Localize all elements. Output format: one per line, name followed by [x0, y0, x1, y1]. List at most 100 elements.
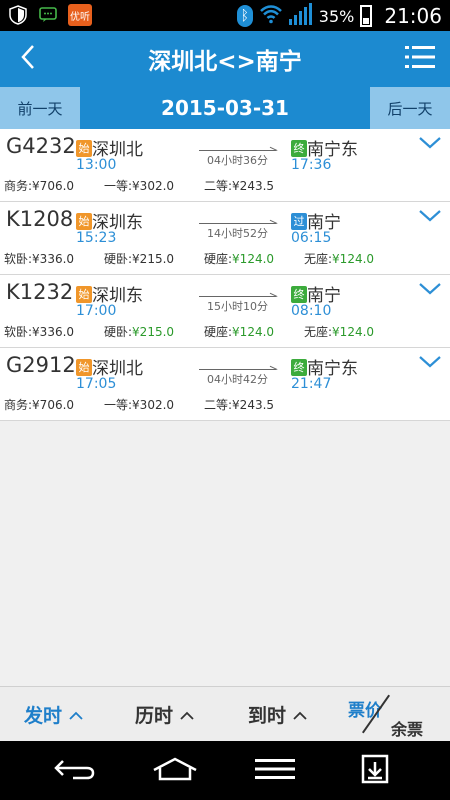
seat-price-value: ¥215.0	[132, 252, 175, 266]
train-row[interactable]: G4232 始深圳北 13:00 04小时36分 终南宁东 17:36 商务:¥706.0 一…	[0, 129, 450, 202]
home-icon	[151, 757, 199, 785]
nav-back-button[interactable]	[30, 741, 120, 800]
duration: 15小时10分	[199, 291, 276, 314]
seat-price-value: ¥124.0	[232, 252, 275, 266]
duration-text: 15小时10分	[207, 300, 268, 313]
seat-type-label: 一等:	[104, 398, 133, 412]
arrow-right-icon	[199, 145, 276, 151]
train-row[interactable]: K1208 始深圳东 15:23 14小时52分 过南宁 06:15 软卧:¥336.0 硬卧…	[0, 202, 450, 275]
arrival: 过南宁 06:15	[291, 208, 341, 246]
terminal-badge: 终	[291, 359, 307, 376]
arrival-time: 17:36	[291, 157, 332, 173]
seat-type-label: 商务:	[4, 179, 33, 193]
hamburger-icon	[255, 758, 295, 784]
expand-button[interactable]	[418, 354, 442, 374]
sort-depart-button[interactable]: 发时	[24, 687, 84, 742]
seat-type-label: 二等:	[204, 179, 233, 193]
seat-price-value: ¥243.5	[232, 179, 275, 193]
date-bar: 前一天 2015-03-31 后一天	[0, 87, 450, 129]
seat-price: 无座:¥124.0	[304, 323, 374, 340]
page-title: 深圳北<>南宁	[148, 49, 302, 75]
nav-download-button[interactable]	[330, 741, 420, 800]
wifi-icon	[259, 4, 283, 28]
arrival-time: 06:15	[291, 230, 332, 246]
arrow-right-icon	[199, 218, 276, 224]
seat-price-value: ¥706.0	[32, 179, 75, 193]
sort-price-label: 票价	[348, 701, 382, 721]
departure: 始深圳北 13:00	[76, 135, 143, 173]
seat-price: 软卧:¥336.0	[4, 250, 74, 267]
shield-icon	[8, 4, 28, 26]
duration-text: 04小时36分	[207, 154, 268, 167]
next-day-button[interactable]: 后一天	[370, 87, 450, 129]
seat-type-label: 无座:	[304, 325, 333, 339]
seat-price-value: ¥124.0	[332, 252, 375, 266]
train-number: K1232	[6, 280, 74, 304]
sort-remaining-label: 余票	[391, 720, 424, 739]
arrow-right-icon	[199, 291, 276, 297]
seat-price: 无座:¥124.0	[304, 250, 374, 267]
seat-price: 软卧:¥336.0	[4, 323, 74, 340]
terminal-badge: 终	[291, 286, 307, 303]
train-row[interactable]: K1232 始深圳东 17:00 15小时10分 终南宁 08:10 软卧:¥336.0 硬卧…	[0, 275, 450, 348]
origin-badge: 始	[76, 286, 92, 303]
seat-type-label: 二等:	[204, 398, 233, 412]
seat-price-value: ¥302.0	[132, 179, 175, 193]
chevron-down-icon	[419, 137, 441, 149]
chevron-down-icon	[419, 283, 441, 295]
expand-button[interactable]	[418, 135, 442, 155]
back-arrow-icon	[53, 757, 97, 785]
seat-price: 一等:¥302.0	[104, 177, 174, 194]
train-row[interactable]: G2912 始深圳北 17:05 04小时42分 终南宁东 21:47 商务:¥706.0 一…	[0, 348, 450, 421]
battery-level: 35%	[318, 6, 355, 26]
sort-duration-label: 历时	[135, 705, 174, 727]
train-number: K1208	[6, 207, 74, 231]
seat-price-value: ¥336.0	[32, 252, 75, 266]
prev-day-button[interactable]: 前一天	[0, 87, 80, 129]
departure-time: 17:00	[76, 303, 117, 319]
seat-price-value: ¥215.0	[132, 325, 175, 339]
title-bar: 深圳北<>南宁	[0, 31, 450, 87]
duration-text: 14小时52分	[207, 227, 268, 240]
nav-menu-button[interactable]	[230, 741, 320, 800]
arrival: 终南宁东 17:36	[291, 135, 358, 173]
seat-type-label: 软卧:	[4, 325, 33, 339]
seat-price: 硬卧:¥215.0	[104, 323, 174, 340]
duration-text: 04小时42分	[207, 373, 268, 386]
train-number: G4232	[6, 134, 76, 158]
departure-time: 17:05	[76, 376, 117, 392]
seat-price-value: ¥124.0	[232, 325, 275, 339]
seat-price: 二等:¥243.5	[204, 177, 274, 194]
seat-price: 硬座:¥124.0	[204, 323, 274, 340]
clock: 21:06	[384, 4, 442, 28]
chevron-up-icon	[292, 704, 308, 726]
seat-price-value: ¥336.0	[32, 325, 75, 339]
sort-duration-button[interactable]: 历时	[135, 687, 195, 742]
seat-type-label: 无座:	[304, 252, 333, 266]
seat-type-label: 一等:	[104, 179, 133, 193]
expand-button[interactable]	[418, 208, 442, 228]
current-date[interactable]: 2015-03-31	[80, 87, 370, 129]
seat-price: 一等:¥302.0	[104, 396, 174, 413]
seat-type-label: 商务:	[4, 398, 33, 412]
seat-price-value: ¥302.0	[132, 398, 175, 412]
chat-icon	[38, 4, 58, 26]
seat-type-label: 硬卧:	[104, 325, 133, 339]
arrival-time: 08:10	[291, 303, 332, 319]
seat-type-label: 硬座:	[204, 252, 233, 266]
sort-arrive-button[interactable]: 到时	[248, 687, 308, 742]
nav-home-button[interactable]	[130, 741, 220, 800]
duration: 14小时52分	[199, 218, 276, 241]
signal-icon	[288, 3, 313, 29]
menu-button[interactable]	[390, 31, 450, 87]
arrival-time: 21:47	[291, 376, 332, 392]
train-list: G4232 始深圳北 13:00 04小时36分终南宁东 17:36 商务:¥706.0 一…	[0, 129, 450, 421]
seat-price: 商务:¥706.0	[4, 177, 74, 194]
seat-type-label: 硬座:	[204, 325, 233, 339]
seat-price: 硬座:¥124.0	[204, 250, 274, 267]
sort-price-button[interactable]: 票价 余票	[348, 687, 450, 742]
expand-button[interactable]	[418, 281, 442, 301]
back-button[interactable]	[0, 31, 56, 87]
seat-type-label: 软卧:	[4, 252, 33, 266]
sort-bar: 发时 历时 到时 票价 余票	[0, 686, 450, 741]
